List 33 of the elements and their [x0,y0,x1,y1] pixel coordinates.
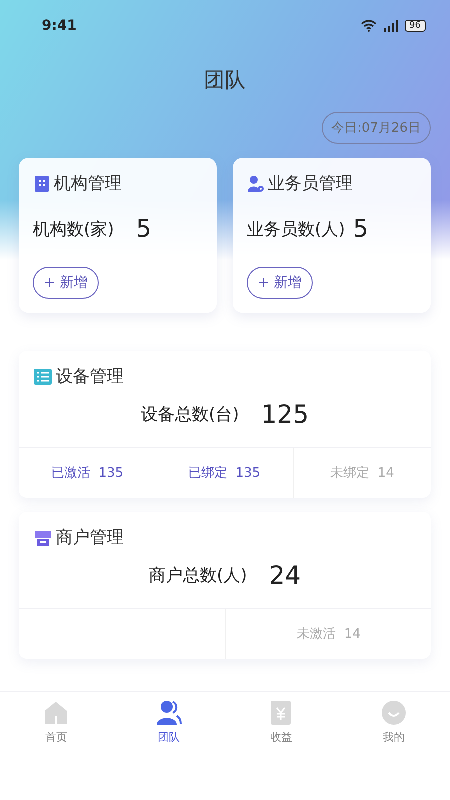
add-button[interactable]: + 新增 [247,267,314,299]
smile-icon [380,700,407,726]
status-time: 9:41 [42,18,77,34]
shop-icon [34,528,52,546]
date-chip: 今日:07月26日 [322,112,431,144]
signal-icon [382,20,399,32]
count-label: 业务员数(人) [247,218,346,240]
total-value: 125 [261,400,309,429]
section-title: 商户管理 [56,527,124,549]
user-gear-icon [247,174,265,192]
stat-link[interactable]: 已激活 135 [51,464,124,482]
card-title: 机构管理 [54,173,122,195]
tab-item[interactable]: 收益 [225,700,338,745]
count-value: 5 [136,215,152,243]
tab-item[interactable]: 团队 [112,700,225,745]
add-button[interactable]: + 新增 [33,267,100,299]
home-icon [43,700,70,726]
total-value: 24 [269,561,302,590]
wifi-icon [360,20,377,32]
tab-item[interactable]: 我的 [338,700,450,745]
stat-link[interactable]: 已绑定 135 [188,464,261,482]
tab-item[interactable]: 首页 [0,700,112,745]
page-title: 团队 [203,67,247,94]
people-icon [156,700,182,726]
section-title: 设备管理 [56,366,124,388]
building-icon [33,174,51,192]
total-label: 设备总数(台) [141,404,240,426]
battery-level: 96 [404,20,426,32]
list-icon [34,368,52,386]
count-label: 机构数(家) [33,218,114,240]
count-value: 5 [353,215,369,243]
total-label: 商户总数(人) [148,565,248,587]
card-title: 业务员管理 [268,173,353,195]
